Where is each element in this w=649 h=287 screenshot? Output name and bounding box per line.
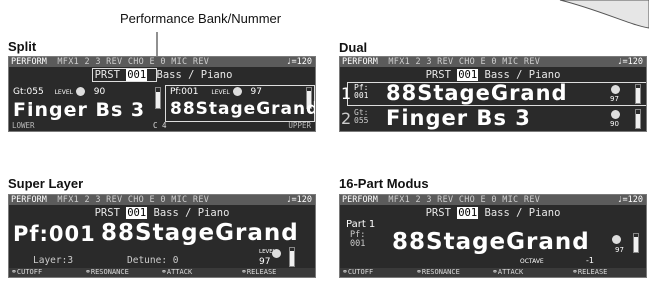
status-bar: PERFORM MFX1 2 3 REV CHO E 0 MIC REV ♩=1…: [340, 57, 646, 67]
dual-row-2-id: Gt: 055: [354, 108, 369, 125]
split-level-label-left: LEVEL: [54, 89, 73, 96]
func-resonance[interactable]: ⚭ RESONANCE: [85, 268, 129, 277]
tempo-display: ♩=120: [286, 195, 312, 205]
level-knob-icon: [75, 87, 85, 96]
octave-value: -1: [586, 256, 594, 265]
preset-number: 001: [457, 207, 479, 219]
split-level-label-right: LEVEL: [211, 89, 230, 96]
func-attack[interactable]: ⚭ ATTACK: [161, 268, 192, 277]
split-tone-right: 88StageGrand: [170, 99, 316, 119]
preset-prefix: PRST: [425, 69, 451, 81]
mode-label: PERFORM: [11, 195, 47, 205]
split-left-info: Gt:055 LEVEL 90: [13, 87, 105, 97]
mode-label: PERFORM: [342, 195, 378, 205]
mode-label: PERFORM: [342, 57, 378, 67]
level-knob-icon: [611, 110, 620, 119]
tempo-display: ♩=120: [286, 57, 312, 67]
split-pf-id: Pf:001: [170, 87, 199, 97]
level-knob-icon: [612, 235, 621, 244]
section-label-dual: Dual: [339, 40, 368, 55]
function-knob-row: ⚭ CUTOFF ⚭ RESONANCE ⚭ ATTACK ⚭ RELEASE: [340, 268, 646, 277]
part-level: 97: [615, 246, 624, 254]
split-upper-label: UPPER: [288, 121, 311, 130]
func-resonance[interactable]: ⚭ RESONANCE: [416, 268, 460, 277]
level-knob-icon: [611, 85, 620, 94]
super-detune: Detune: 0: [127, 255, 179, 266]
dual-meter-1: [635, 84, 641, 104]
level-knob-icon: [272, 249, 281, 258]
preset-row: PRST 001 Bass / Piano: [9, 207, 315, 219]
function-knob-row: ⚭ CUTOFF ⚭ RESONANCE ⚭ ATTACK ⚭ RELEASE: [9, 268, 315, 277]
func-attack[interactable]: ⚭ ATTACK: [492, 268, 523, 277]
super-pf-id: Pf:001: [13, 222, 96, 246]
super-layer-count: Layer:3: [33, 255, 74, 266]
lcd-16-part: PERFORM MFX1 2 3 REV CHO E 0 MIC REV ♩=1…: [339, 194, 647, 278]
lcd-dual: PERFORM MFX1 2 3 REV CHO E 0 MIC REV ♩=1…: [339, 56, 647, 132]
level-knob-icon: [232, 87, 242, 96]
part-tone-id: Pf: 001: [350, 230, 366, 249]
super-tone-name: 88StageGrand: [101, 220, 299, 246]
status-bar: PERFORM MFX1 2 3 REV CHO E 0 MIC REV ♩=1…: [9, 57, 315, 67]
super-level: 97: [259, 257, 271, 267]
fx-indicators: MFX1 2 3 REV CHO E 0 MIC REV: [57, 195, 210, 205]
func-cutoff[interactable]: ⚭ CUTOFF: [11, 268, 42, 277]
preset-prefix: PRST: [94, 207, 120, 219]
section-label-16-part: 16-Part Modus: [339, 176, 429, 191]
mode-label: PERFORM: [11, 57, 47, 67]
preset-box: PRST 001: [91, 68, 157, 82]
octave-label: OCTAVE: [520, 258, 544, 265]
dual-meter-2: [635, 109, 641, 129]
split-meter-left: [155, 87, 161, 109]
preset-number: 001: [126, 69, 148, 81]
preset-name: Bass / Piano: [484, 69, 561, 81]
section-label-split: Split: [8, 39, 37, 54]
fx-indicators: MFX1 2 3 REV CHO E 0 MIC REV: [388, 57, 541, 67]
preset-prefix: PRST: [94, 69, 120, 81]
dual-row-1-level: 97: [610, 95, 619, 103]
tempo-display: ♩=120: [617, 57, 643, 67]
func-cutoff[interactable]: ⚭ CUTOFF: [342, 268, 373, 277]
dual-row-2-level: 90: [610, 120, 619, 128]
preset-name: Bass / Piano: [153, 207, 230, 219]
split-right-info: Pf:001 LEVEL 97: [170, 87, 262, 97]
section-label-super-layer: Super Layer: [8, 176, 84, 191]
preset-row: PRST 001 Bass / Piano: [9, 68, 315, 82]
status-bar: PERFORM MFX1 2 3 REV CHO E 0 MIC REV ♩=1…: [9, 195, 315, 205]
dual-row-2-number: 2: [341, 109, 352, 128]
split-lower-label: LOWER: [12, 121, 35, 130]
dual-row-2-name: Finger Bs 3: [386, 106, 531, 130]
fx-indicators: MFX1 2 3 REV CHO E 0 MIC REV: [57, 57, 210, 67]
part-number: Part 1: [346, 219, 376, 230]
preset-row: PRST 001 Bass / Piano: [340, 69, 646, 81]
preset-name: Bass / Piano: [484, 207, 561, 219]
dual-row-1-name: 88StageGrand: [386, 81, 568, 105]
func-release[interactable]: ⚭ RELEASE: [241, 268, 276, 277]
split-tone-left: Finger Bs 3: [13, 99, 146, 121]
preset-name: Bass / Piano: [156, 69, 233, 81]
func-release[interactable]: ⚭ RELEASE: [572, 268, 607, 277]
split-gt-id: Gt:055: [13, 87, 44, 97]
preset-row: PRST 001 Bass / Piano: [340, 207, 646, 219]
split-level-right: 97: [250, 87, 262, 97]
super-meter: [289, 247, 295, 267]
part-meter: [633, 233, 639, 253]
dual-row-1-number: 1: [341, 84, 352, 103]
status-bar: PERFORM MFX1 2 3 REV CHO E 0 MIC REV ♩=1…: [340, 195, 646, 205]
lcd-split: PERFORM MFX1 2 3 REV CHO E 0 MIC REV ♩=1…: [8, 56, 316, 132]
part-tone-name: 88StageGrand: [392, 229, 590, 255]
preset-number: 001: [457, 69, 479, 81]
preset-number: 001: [126, 207, 148, 219]
split-key: C 4: [153, 121, 167, 130]
dual-row-1-id: Pf: 001: [354, 83, 369, 100]
lcd-super-layer: PERFORM MFX1 2 3 REV CHO E 0 MIC REV ♩=1…: [8, 194, 316, 278]
fx-indicators: MFX1 2 3 REV CHO E 0 MIC REV: [388, 195, 541, 205]
tempo-display: ♩=120: [617, 195, 643, 205]
preset-prefix: PRST: [425, 207, 451, 219]
split-level-left: 90: [93, 87, 106, 97]
